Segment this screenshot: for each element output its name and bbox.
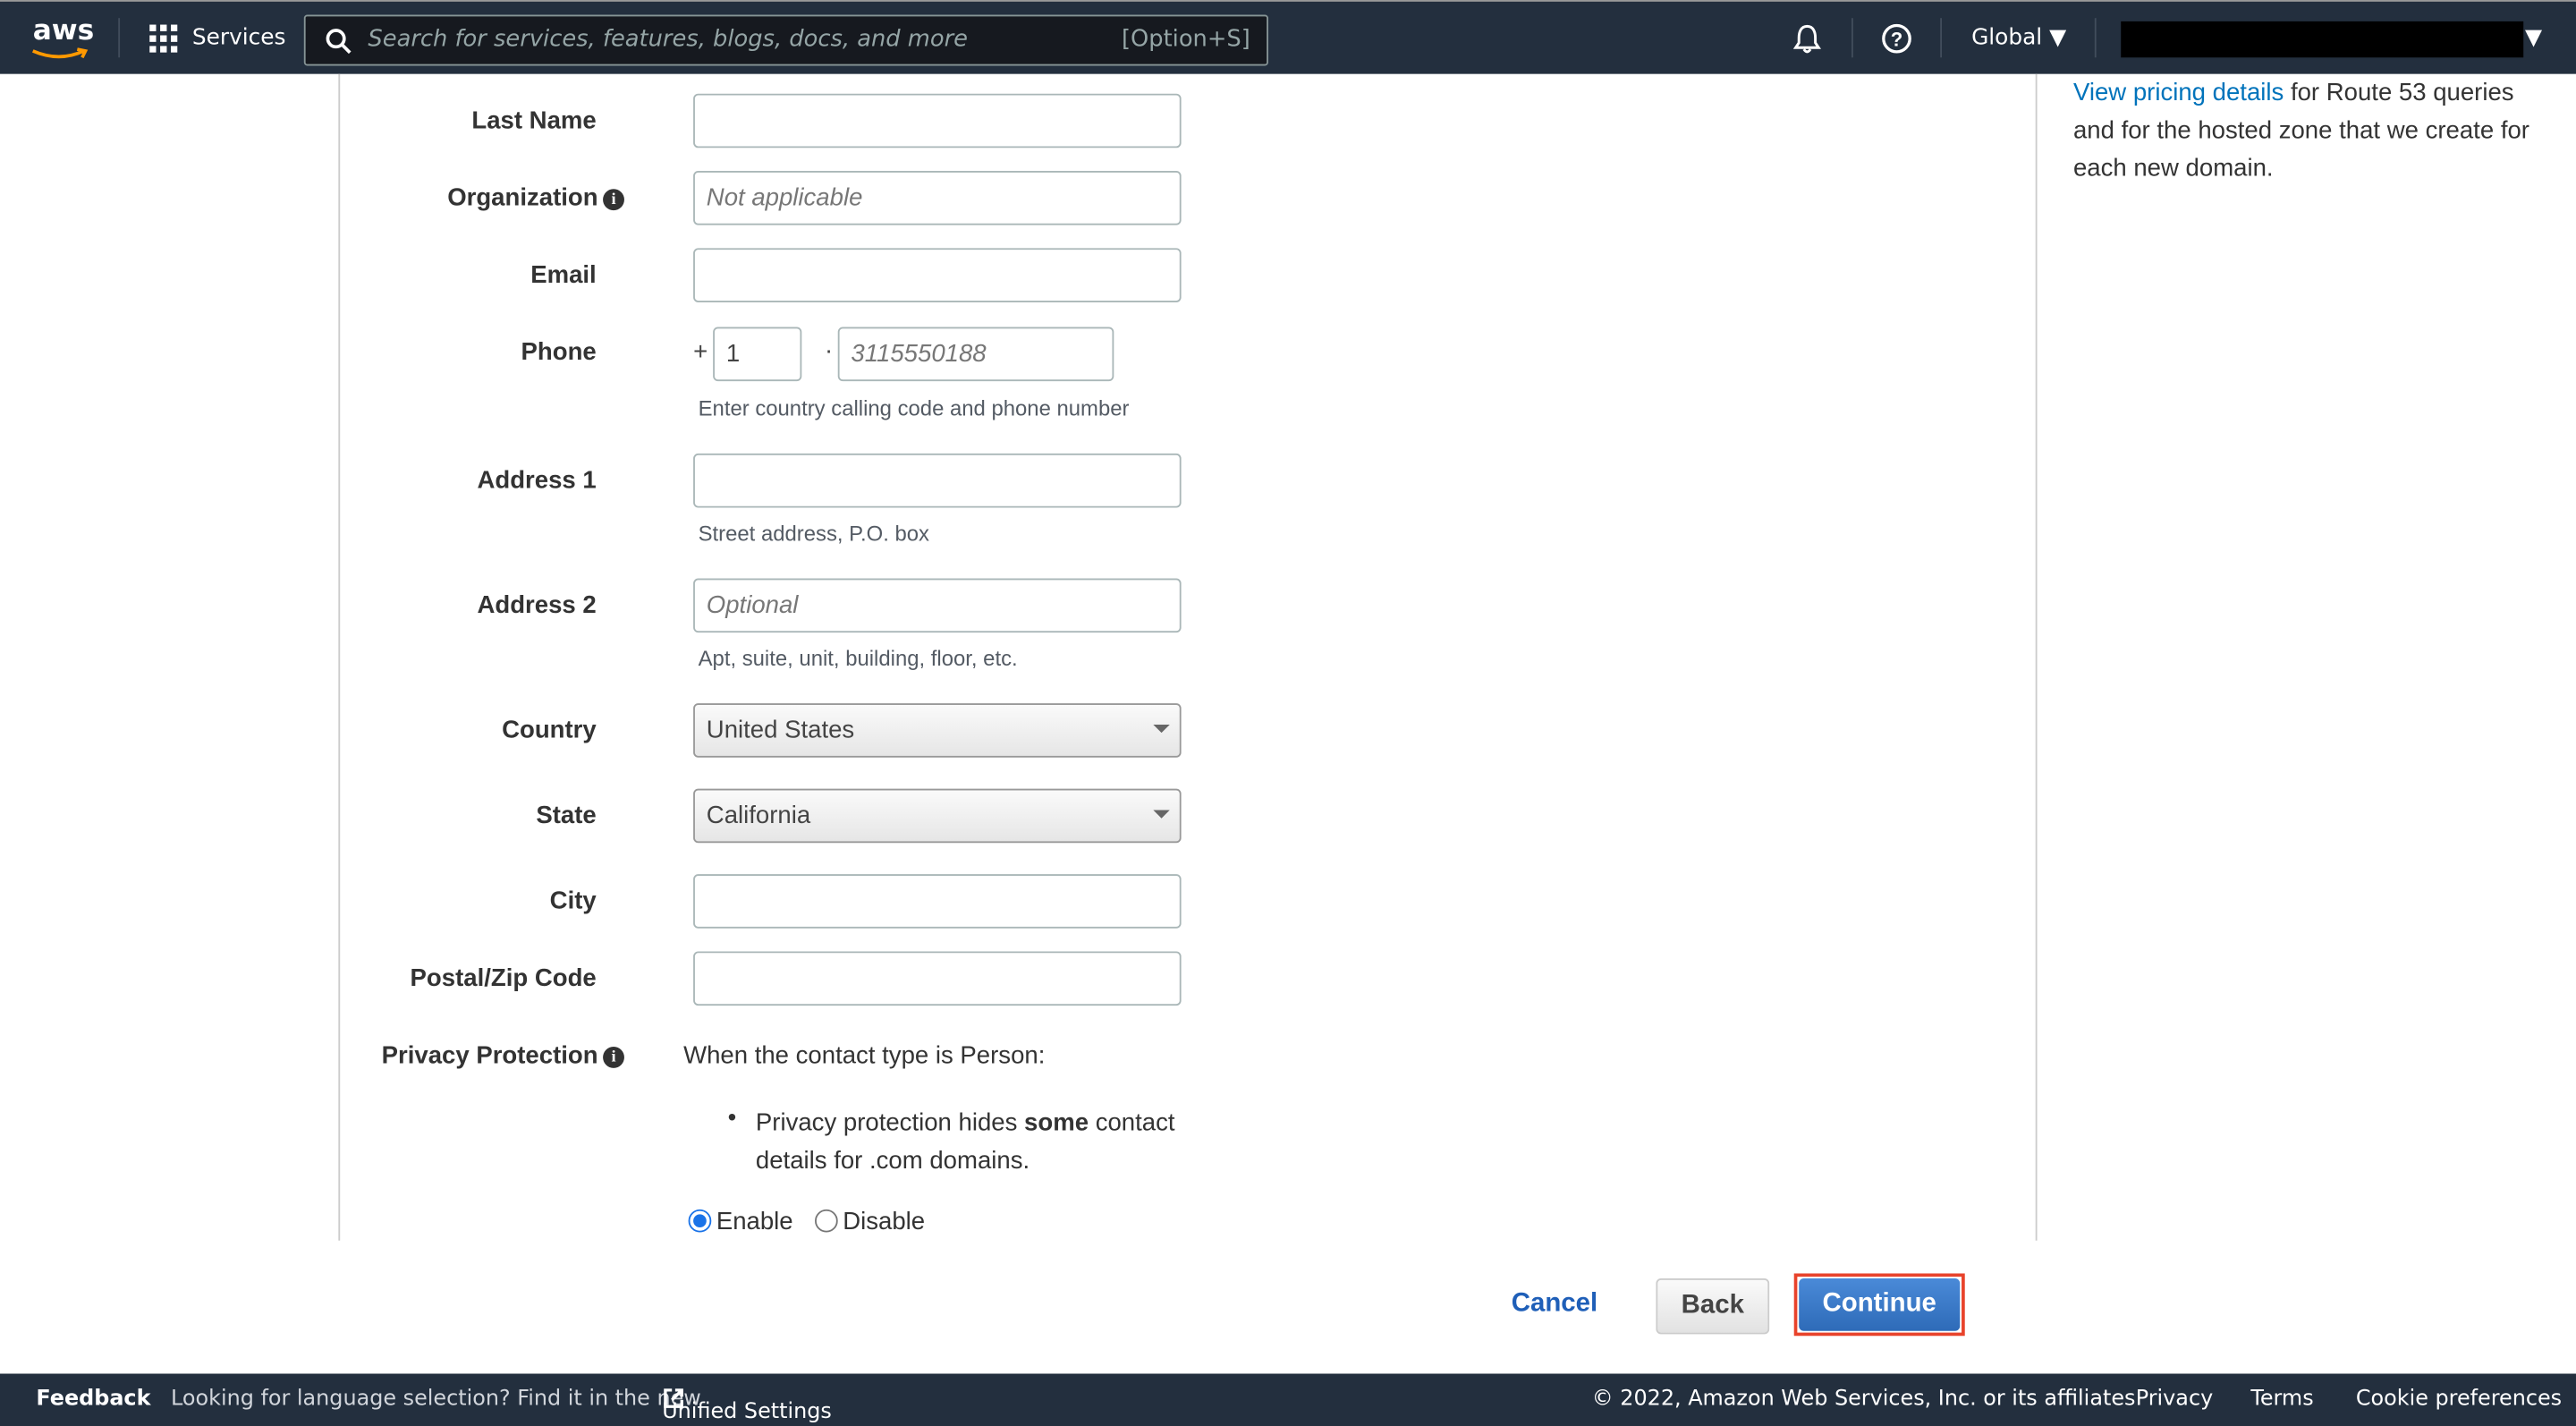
content-border-right <box>2035 73 2038 1241</box>
pricing-info: View pricing details for Route 53 querie… <box>2072 79 2529 182</box>
bell-icon[interactable] <box>1792 23 1822 55</box>
last-name-input[interactable] <box>693 93 1182 149</box>
bullet-icon: • <box>727 1104 737 1133</box>
svg-text:?: ? <box>1891 28 1902 50</box>
aws-smile-icon <box>31 47 89 59</box>
cancel-button[interactable]: Cancel <box>1512 1278 1597 1331</box>
content-border-left <box>338 73 341 1241</box>
phone-separator: · <box>825 336 834 365</box>
search-icon <box>326 29 352 55</box>
phone-plus: + <box>693 338 708 367</box>
last-name-label: Last Name <box>471 106 597 135</box>
dropdown-caret-icon <box>1153 810 1170 819</box>
help-icon[interactable]: ? <box>1881 23 1912 55</box>
phone-label: Phone <box>521 338 597 367</box>
footer: Feedback Looking for language selection?… <box>0 1373 2576 1426</box>
organization-input[interactable]: Not applicable <box>693 171 1182 225</box>
unified-settings-link[interactable]: Unified Settings <box>662 1387 832 1424</box>
language-notice: Looking for language selection? Find it … <box>171 1387 701 1412</box>
terms-link[interactable]: Terms <box>2250 1387 2313 1412</box>
radio-unchecked-icon <box>815 1209 838 1233</box>
email-label: Email <box>530 261 597 290</box>
copyright: © 2022, Amazon Web Services, Inc. or its… <box>1591 1387 2143 1412</box>
address2-input[interactable]: Optional <box>693 578 1182 633</box>
address1-hint: Street address, P.O. box <box>698 521 929 546</box>
feedback-link[interactable]: Feedback <box>36 1387 150 1412</box>
state-label: State <box>536 802 597 830</box>
continue-button[interactable]: Continue <box>1799 1277 1961 1331</box>
grid-icon <box>149 24 178 53</box>
organization-label: Organization i <box>447 184 624 212</box>
email-input[interactable] <box>693 248 1182 302</box>
services-menu[interactable]: Services <box>149 23 285 56</box>
privacy-link[interactable]: Privacy <box>2136 1387 2213 1412</box>
country-select[interactable]: United States <box>693 703 1182 758</box>
address2-hint: Apt, suite, unit, building, floor, etc. <box>698 645 1018 671</box>
phone-hint: Enter country calling code and phone num… <box>698 395 1130 421</box>
privacy-bullet: Privacy protection hides some contact det… <box>755 1108 1175 1176</box>
enable-radio[interactable]: Enable <box>688 1208 793 1235</box>
address1-label: Address 1 <box>477 466 597 495</box>
phone-number-input[interactable]: 3115550188 <box>837 327 1114 382</box>
city-input[interactable] <box>693 874 1182 929</box>
privacy-intro: When the contact type is Person: <box>683 1041 1046 1070</box>
dropdown-caret-icon <box>1153 724 1170 734</box>
search-input[interactable]: Search for services, features, blogs, do… <box>303 14 1268 66</box>
country-label: Country <box>502 716 597 745</box>
account-caret-icon[interactable]: ▼ <box>2525 25 2542 51</box>
region-selector[interactable]: Global ▼ <box>1971 25 2066 51</box>
radio-checked-icon <box>688 1209 712 1233</box>
caret-down-icon: ▼ <box>2049 24 2067 51</box>
city-label: City <box>549 887 597 916</box>
top-nav: aws Services Search for services, featur… <box>0 0 2576 74</box>
address1-input[interactable] <box>693 453 1182 508</box>
view-pricing-link[interactable]: View pricing details <box>2073 79 2284 106</box>
info-icon[interactable]: i <box>603 189 624 211</box>
privacy-protection-label: Privacy Protection i <box>382 1041 624 1070</box>
cookie-preferences-link[interactable]: Cookie preferences <box>2356 1387 2562 1412</box>
state-select[interactable]: California <box>693 788 1182 844</box>
postal-code-label: Postal/Zip Code <box>410 964 597 993</box>
address2-label: Address 2 <box>477 591 597 620</box>
disable-radio[interactable]: Disable <box>815 1208 925 1235</box>
account-menu-redacted[interactable] <box>2121 21 2524 58</box>
country-code-input[interactable]: 1 <box>713 327 802 382</box>
info-icon[interactable]: i <box>603 1046 624 1068</box>
aws-logo[interactable]: aws <box>31 15 94 59</box>
postal-code-input[interactable] <box>693 951 1182 1006</box>
back-button[interactable]: Back <box>1656 1277 1770 1335</box>
